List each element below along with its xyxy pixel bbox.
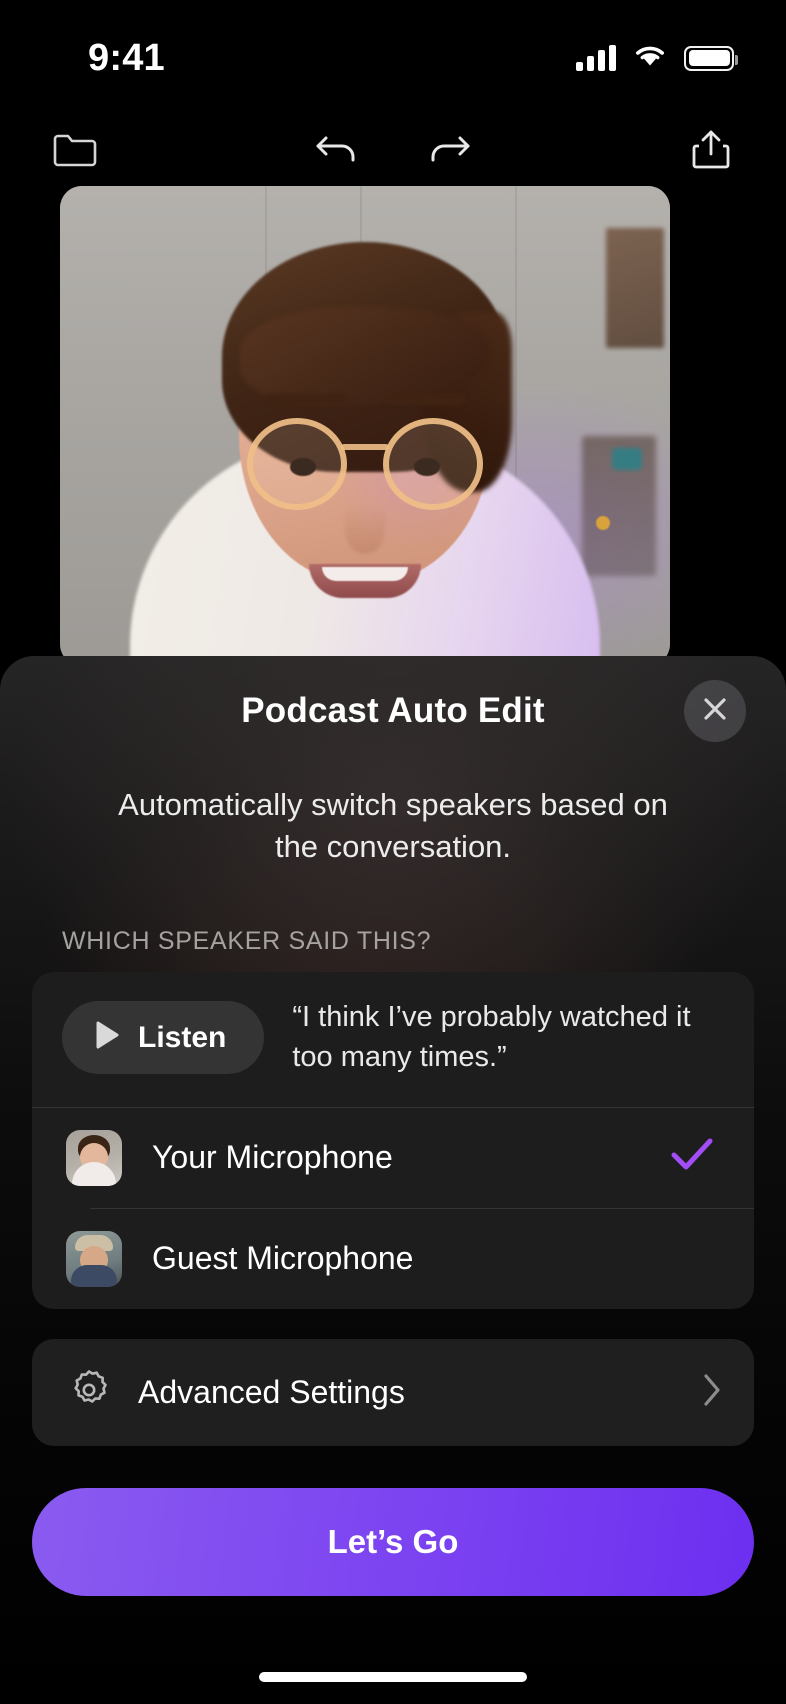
redo-button[interactable] — [417, 121, 479, 183]
status-bar: 9:41 — [0, 0, 786, 110]
speaker-card: Listen “I think I’ve probably watched it… — [32, 972, 754, 1309]
avatar-your-microphone — [66, 1129, 122, 1186]
home-indicator — [259, 1672, 527, 1682]
advanced-settings-label: Advanced Settings — [138, 1373, 405, 1410]
person-figure — [60, 186, 670, 666]
speaker-row-your-microphone[interactable]: Your Microphone — [32, 1108, 754, 1208]
battery-full-icon — [684, 45, 738, 71]
status-icons — [576, 43, 738, 74]
sheet-header: Podcast Auto Edit — [0, 656, 786, 766]
cellular-bars-icon — [576, 45, 616, 71]
checkmark-icon — [670, 1137, 714, 1178]
section-label: WHICH SPEAKER SAID THIS? — [62, 927, 432, 956]
bottom-sheet: Podcast Auto Edit Automatically switch s… — [0, 656, 786, 1704]
quote-text: “I think I’ve probably watched it too ma… — [292, 1001, 691, 1073]
share-button[interactable] — [680, 121, 742, 183]
folder-icon — [52, 130, 98, 175]
speaker-name: Your Microphone — [152, 1139, 393, 1176]
video-preview[interactable] — [60, 186, 670, 666]
listen-label: Listen — [138, 1020, 227, 1054]
play-icon — [94, 1020, 120, 1055]
redo-arrow-icon — [422, 128, 474, 177]
wifi-icon — [633, 43, 667, 74]
share-icon — [690, 127, 732, 178]
lets-go-label: Let’s Go — [327, 1522, 459, 1560]
folder-button[interactable] — [44, 121, 106, 183]
undo-button[interactable] — [307, 121, 369, 183]
close-x-icon — [701, 695, 729, 728]
lets-go-button[interactable]: Let’s Go — [32, 1487, 754, 1596]
phone-screen: 9:41 Podcast Auto Edit Automatically swi… — [0, 0, 786, 1704]
quote-row: Listen “I think I’ve probably watched it… — [32, 972, 754, 1107]
page-title: Podcast Auto Edit — [241, 691, 545, 730]
undo-arrow-icon — [312, 128, 364, 177]
sheet-subtitle: Automatically switch speakers based on t… — [118, 787, 668, 864]
editor-toolbar — [0, 112, 786, 192]
status-time: 9:41 — [88, 36, 165, 79]
speaker-row-guest-microphone[interactable]: Guest Microphone — [32, 1209, 754, 1309]
speaker-name: Guest Microphone — [152, 1240, 414, 1277]
chevron-right-icon — [700, 1370, 724, 1415]
avatar-guest-microphone — [66, 1230, 122, 1287]
advanced-settings-button[interactable]: Advanced Settings — [32, 1338, 754, 1446]
gear-icon — [66, 1367, 112, 1418]
close-button[interactable] — [684, 680, 746, 742]
listen-button[interactable]: Listen — [62, 1001, 265, 1074]
